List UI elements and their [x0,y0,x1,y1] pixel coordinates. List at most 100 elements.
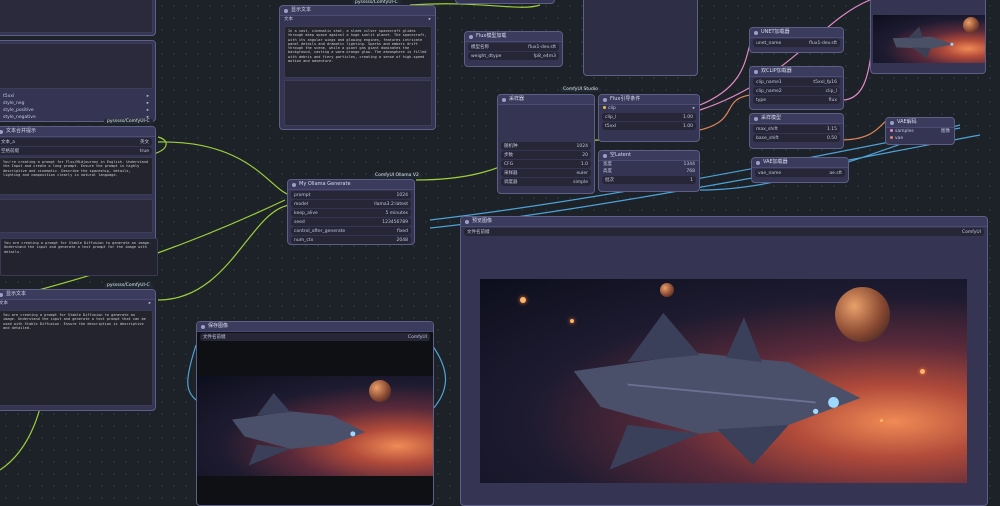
sampler-node[interactable]: 采样器 随机种 1024 步数 20 CFG 1.0 采样器 euler 调度器 simp… [497,94,595,194]
widget-row[interactable]: keep_alive 5 minutes [291,209,411,217]
collapse-dot-icon[interactable] [0,292,3,297]
collapse-dot-icon[interactable] [890,120,894,125]
node-header[interactable]: 预览图像 [461,217,987,227]
input-row[interactable]: vae [886,135,954,142]
widget-row[interactable]: CFG 1.0 [501,160,591,168]
save-image-node[interactable]: 保存图像 文件名前缀 ComfyUI [196,321,434,506]
widget-row[interactable]: seed 123456789 [291,218,411,226]
widget-row[interactable]: clip_name2 clip_l [753,87,840,95]
widget-row[interactable]: weight_dtype fp8_e4m3 [468,52,559,60]
input-row[interactable]: samples 图像 [886,128,954,135]
node-header[interactable]: 采样模型 [750,114,843,124]
text-area[interactable] [284,80,432,126]
widget-row[interactable]: max_shift 1.15 [753,125,840,133]
node-header[interactable]: My Ollama Generate [288,180,414,190]
widget-row[interactable]: clip_l 1.00 [602,113,696,121]
node-header[interactable]: Flux引导条件 [599,95,699,105]
top-partial-node-2[interactable] [583,0,698,76]
top-partial-node[interactable] [455,0,555,4]
text-area[interactable] [0,199,153,233]
widget-row[interactable]: 步数 20 [501,151,591,159]
collapse-dot-icon[interactable] [603,97,607,102]
node-header[interactable]: 空Latent [599,151,699,161]
show-text-node[interactable]: 显示文本 文本 ▸ In a vast, cinematic shot, a sl… [279,5,436,130]
collapse-dot-icon[interactable] [292,182,296,187]
collapse-dot-icon[interactable] [469,34,473,39]
collapse-dot-icon[interactable] [756,160,760,165]
preview-image-node[interactable]: 预览图像 文件名前缀 ComfyUI [460,216,988,506]
input-row[interactable]: t5xxl ▸ [0,93,153,100]
collapse-dot-icon[interactable] [754,116,758,121]
text-area[interactable] [0,43,153,89]
collapse-dot-icon[interactable] [754,30,758,35]
collapse-dot-icon[interactable] [502,97,506,102]
widget-row[interactable]: 文件名前缀 ComfyUI [200,333,430,341]
widget-row[interactable]: 采样器 euler [501,169,591,177]
text-area[interactable] [0,0,153,33]
node-header[interactable]: 采样器 [498,95,594,105]
input-row[interactable]: 宽度 1344 [599,161,699,168]
vae-loader-node[interactable]: VAE加载器 vae_name ae.sft [751,157,849,183]
node-header[interactable]: 显示文本 [280,6,435,16]
widget-row[interactable]: control_after_generate fixed [291,227,411,235]
prompt-lines-node[interactable]: t5xxl ▸ style_neg ▸ style_positive ▸ style_… [0,40,156,122]
output-textarea[interactable]: In a vast, cinematic shot, a sleek silve… [284,26,432,78]
node-header[interactable]: 文本合并提示 [0,127,155,137]
input-row[interactable]: 高度 768 [599,168,699,175]
widget-row[interactable]: type flux [753,96,840,104]
widget-row[interactable]: 批次 1 [602,176,696,184]
widget-row[interactable]: 模型名称 flux1-dev.sft [468,43,559,51]
widget-row[interactable]: 调度器 simple [501,178,591,186]
input-row[interactable]: 文本▸ [280,16,435,23]
node-header[interactable]: 保存图像 [197,322,433,332]
top-right-preview-node[interactable] [870,0,986,74]
spaceship-illustration [232,393,366,466]
widget-row[interactable]: 空格前缀 true [0,147,152,155]
prompt-textarea[interactable]: You're creating a prompt for Flux/Midjou… [0,157,153,195]
widget-row[interactable]: 文件名前缀 ComfyUI [464,228,984,236]
collapse-dot-icon[interactable] [201,324,205,329]
generated-image-thumbnail [873,15,985,63]
widget-row[interactable]: num_ctx 2048 [291,236,411,244]
vae-decode-node[interactable]: VAE解码 samples 图像 vae [885,117,955,145]
collapse-dot-icon[interactable] [284,8,288,13]
node-header[interactable]: 双CLIP加载器 [750,67,843,77]
preview-image [480,279,967,483]
widget-row[interactable]: vae_name ae.sft [755,169,845,177]
collapse-dot-icon[interactable] [0,129,3,134]
dual-clip-loader-node[interactable]: 双CLIP加载器 clip_name1 t5xxl_fp16 clip_name2… [749,66,844,110]
collapse-dot-icon[interactable] [603,153,607,158]
spaceship-illustration [573,312,861,470]
unet-loader-node[interactable]: UNET加载器 unet_name flux1-dev.sft [749,27,844,53]
node-header[interactable]: VAE加载器 [752,158,848,168]
input-row[interactable]: clip ▸ [599,105,699,112]
node-header[interactable]: VAE解码 [886,118,954,128]
node-header[interactable]: UNET加载器 [750,28,843,38]
planet [963,17,979,33]
widget-row[interactable]: unet_name flux1-dev.sft [753,39,840,47]
top-left-node[interactable] [0,0,156,36]
collapse-dot-icon[interactable] [754,69,758,74]
flux-loader-node[interactable]: Flux模型加载 模型名称 flux1-dev.sft weight_dtype f… [464,31,563,67]
widget-row[interactable]: base_shift 0.50 [753,134,840,142]
empty-latent-node[interactable]: 空Latent 宽度 1344 高度 768 批次 1 [598,150,700,192]
ollama-generate-node[interactable]: My Ollama Generate prompt 1024 model llama… [287,179,415,245]
input-row[interactable]: style_positive ▸ [0,107,153,114]
node-header[interactable]: 显示文本 [0,290,155,300]
widget-row[interactable]: 随机种 1024 [501,142,591,150]
prompt-textarea[interactable]: You are creating a prompt for Stable Dif… [0,310,153,406]
widget-row[interactable]: model llama3.2:latest [291,200,411,208]
widget-row[interactable]: 文本_a 英文 [0,138,152,146]
model-sampling-node[interactable]: 采样模型 max_shift 1.15 base_shift 0.50 [749,113,844,149]
widget-row[interactable]: prompt 1024 [291,191,411,199]
widget-row[interactable]: clip_name1 t5xxl_fp16 [753,78,840,86]
node-header[interactable]: Flux模型加载 [465,32,562,42]
node-source-badge: pysssss/ComfyUI-C [104,119,153,124]
collapse-dot-icon[interactable] [465,219,469,224]
widget-row[interactable]: t5xxl 1.00 [602,122,696,130]
planet-small [660,283,674,297]
input-row[interactable]: style_neg ▸ [0,100,153,107]
show-text-node-left[interactable]: 显示文本 文本▸ You are creating a prompt for S… [0,289,156,411]
flux-guidance-node[interactable]: Flux引导条件 clip ▸ clip_l 1.00 t5xxl 1.00 [598,94,700,142]
input-row[interactable]: 文本▸ [0,300,155,307]
